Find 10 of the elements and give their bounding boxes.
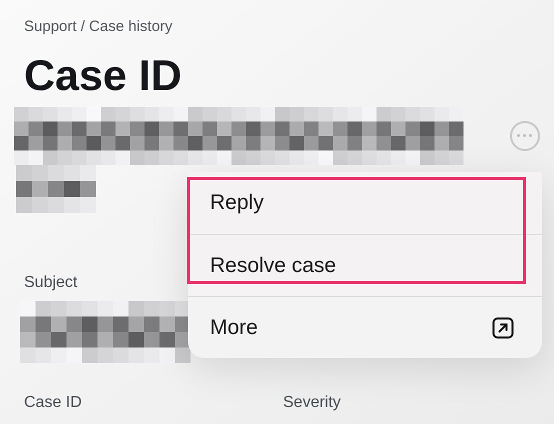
breadcrumb: Support / Case history <box>24 17 174 37</box>
more-options-icon[interactable] <box>510 120 540 150</box>
menu-item[interactable]: Reply <box>188 172 542 234</box>
page-title: Case ID <box>24 54 183 98</box>
field-label: Case ID <box>24 392 83 412</box>
field-label: Subject <box>24 272 78 292</box>
menu-item[interactable]: Resolve case <box>188 234 542 296</box>
field-label: Severity <box>283 392 342 412</box>
external-link-icon <box>492 316 514 338</box>
menu-item[interactable]: More <box>188 296 542 358</box>
